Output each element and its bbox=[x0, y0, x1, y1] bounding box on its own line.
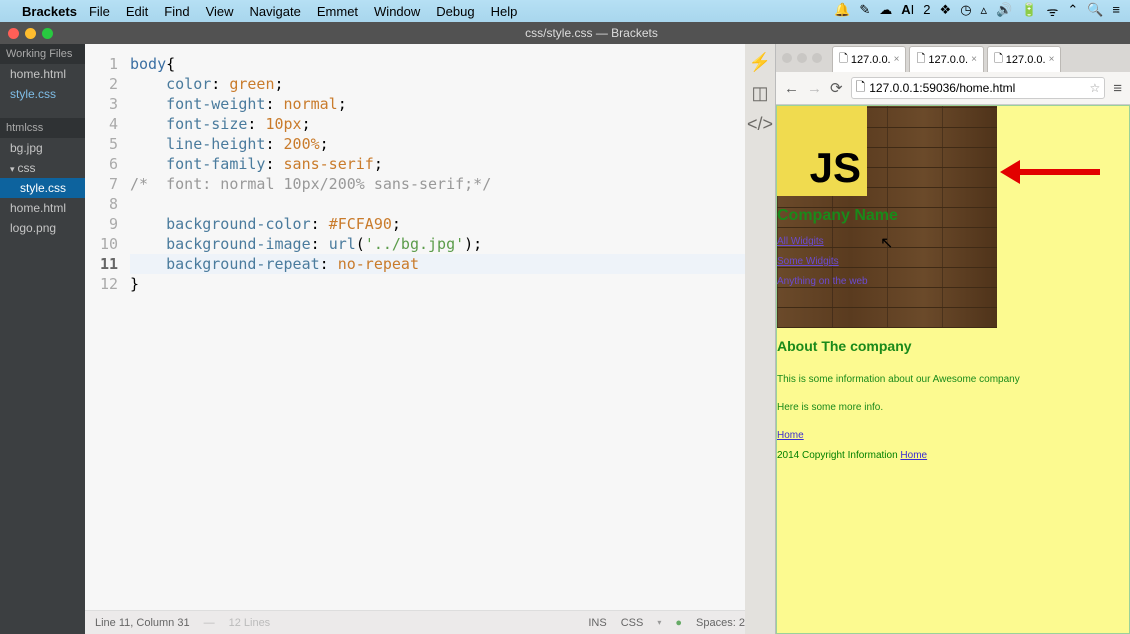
menu-debug[interactable]: Debug bbox=[436, 4, 474, 19]
browser-close-icon[interactable] bbox=[782, 53, 792, 63]
line-count: 12 Lines bbox=[229, 617, 271, 629]
browser-tab[interactable]: 🗋127.0.0.× bbox=[987, 46, 1061, 72]
project-header[interactable]: htmlcss bbox=[0, 118, 85, 138]
close-tab-icon[interactable]: × bbox=[1049, 54, 1055, 65]
close-tab-icon[interactable]: × bbox=[894, 54, 900, 65]
nav-text: Anything on the web bbox=[777, 276, 868, 287]
tray-icon[interactable]: 🔍 bbox=[1087, 2, 1103, 20]
mac-tray: 🔔 ✎ ☁ AI 2 ❖ ◷ ▵ 🔊 🔋 ᯤ ⌃ 🔍 ≡ bbox=[834, 2, 1120, 20]
bookmark-icon[interactable]: ☆ bbox=[1089, 81, 1100, 95]
url-bar[interactable]: 🗋 127.0.0.1:59036/home.html ☆ bbox=[851, 77, 1106, 99]
copyright: 2014 Copyright Information bbox=[777, 450, 900, 461]
paragraph: Here is some more info. bbox=[777, 398, 1129, 418]
cursor-position[interactable]: Line 11, Column 31 bbox=[95, 617, 190, 629]
tray-icon[interactable]: ◷ bbox=[960, 2, 971, 20]
mouse-cursor-icon: ↖ bbox=[880, 233, 893, 253]
logo: JS bbox=[777, 106, 867, 196]
extensions-icon[interactable]: ◫ bbox=[751, 83, 768, 104]
close-icon[interactable] bbox=[8, 28, 19, 39]
live-preview-icon[interactable]: ⚡ bbox=[749, 52, 771, 73]
code-area[interactable]: body{ color: green; font-weight: normal;… bbox=[130, 44, 775, 610]
browser-toolbar: ← → ⟳ 🗋 127.0.0.1:59036/home.html ☆ ≡ bbox=[776, 72, 1130, 105]
menu-help[interactable]: Help bbox=[491, 4, 518, 19]
working-file[interactable]: style.css bbox=[0, 84, 85, 104]
menu-edit[interactable]: Edit bbox=[126, 4, 148, 19]
nav-link[interactable]: All Widgits bbox=[777, 236, 824, 247]
home-link[interactable]: Home bbox=[777, 430, 804, 441]
browser-maximize-icon[interactable] bbox=[812, 53, 822, 63]
tray-icon[interactable]: ▵ bbox=[981, 2, 988, 20]
code-icon[interactable]: </> bbox=[747, 114, 773, 135]
tree-item[interactable]: logo.png bbox=[0, 218, 85, 238]
about-heading: About The company bbox=[777, 332, 1129, 360]
browser-window: 🗋127.0.0.× 🗋127.0.0.× 🗋127.0.0.× ← → ⟳ 🗋… bbox=[775, 44, 1130, 634]
menu-file[interactable]: File bbox=[89, 4, 110, 19]
insert-mode[interactable]: INS bbox=[588, 617, 606, 629]
code-editor[interactable]: 123456789101112 body{ color: green; font… bbox=[85, 44, 775, 634]
tree-folder-css[interactable]: css bbox=[0, 158, 85, 178]
forward-icon[interactable]: → bbox=[807, 80, 822, 97]
browser-tab[interactable]: 🗋127.0.0.× bbox=[909, 46, 983, 72]
menu-window[interactable]: Window bbox=[374, 4, 420, 19]
tray-icon[interactable]: ⌃ bbox=[1067, 2, 1078, 20]
editor-toolbar: ⚡ ◫ </> bbox=[745, 44, 775, 634]
maximize-icon[interactable] bbox=[42, 28, 53, 39]
window-titlebar: css/style.css — Brackets bbox=[0, 22, 1130, 44]
tray-icon[interactable]: 2 bbox=[923, 2, 930, 20]
close-tab-icon[interactable]: × bbox=[971, 54, 977, 65]
back-icon[interactable]: ← bbox=[784, 80, 799, 97]
tray-icon[interactable]: AI bbox=[901, 2, 914, 20]
menu-icon[interactable]: ≡ bbox=[1113, 80, 1122, 97]
annotation-arrow bbox=[1000, 160, 1100, 184]
status-circle-icon[interactable]: ● bbox=[675, 617, 682, 629]
url-text: 127.0.0.1:59036/home.html bbox=[869, 81, 1015, 95]
browser-tabbar: 🗋127.0.0.× 🗋127.0.0.× 🗋127.0.0.× bbox=[776, 44, 1130, 72]
browser-tab[interactable]: 🗋127.0.0.× bbox=[832, 46, 906, 72]
reload-icon[interactable]: ⟳ bbox=[830, 79, 843, 97]
working-files-header: Working Files bbox=[0, 44, 85, 64]
menu-navigate[interactable]: Navigate bbox=[250, 4, 301, 19]
tree-item[interactable]: bg.jpg bbox=[0, 138, 85, 158]
nav-link[interactable]: Some Widgits bbox=[777, 256, 839, 267]
working-file[interactable]: home.html bbox=[0, 64, 85, 84]
minimize-icon[interactable] bbox=[25, 28, 36, 39]
tree-item[interactable]: home.html bbox=[0, 198, 85, 218]
browser-viewport: JS Company Name All Widgits Some Widgits… bbox=[776, 105, 1130, 634]
tray-icon[interactable]: ≡ bbox=[1112, 2, 1120, 20]
tray-icon[interactable]: ☁ bbox=[879, 2, 892, 20]
paragraph: This is some information about our Aweso… bbox=[777, 370, 1129, 390]
mac-menubar: Brackets File Edit Find View Navigate Em… bbox=[0, 0, 1130, 22]
tray-icon[interactable]: ❖ bbox=[940, 2, 952, 20]
tree-item-style[interactable]: style.css bbox=[0, 178, 85, 198]
statusbar: Line 11, Column 31 — 12 Lines INS CSS▾ ●… bbox=[85, 610, 775, 634]
tray-icon[interactable]: 🔋 bbox=[1021, 2, 1037, 20]
menu-view[interactable]: View bbox=[206, 4, 234, 19]
company-heading: Company Name bbox=[777, 200, 1129, 232]
sidebar: Working Files home.html style.css htmlcs… bbox=[0, 44, 85, 634]
home-link[interactable]: Home bbox=[900, 450, 927, 461]
tray-icon[interactable]: ✎ bbox=[859, 2, 870, 20]
tray-icon[interactable]: 🔔 bbox=[834, 2, 850, 20]
page-icon: 🗋 bbox=[856, 78, 866, 99]
app-name[interactable]: Brackets bbox=[22, 4, 77, 19]
line-gutter: 123456789101112 bbox=[85, 44, 130, 610]
window-title: css/style.css — Brackets bbox=[525, 26, 658, 40]
menu-emmet[interactable]: Emmet bbox=[317, 4, 358, 19]
tray-icon[interactable]: 🔊 bbox=[996, 2, 1012, 20]
indent-mode[interactable]: Spaces: 2 bbox=[696, 617, 745, 629]
language-mode[interactable]: CSS bbox=[621, 617, 644, 629]
menu-find[interactable]: Find bbox=[164, 4, 189, 19]
browser-minimize-icon[interactable] bbox=[797, 53, 807, 63]
tray-icon[interactable]: ᯤ bbox=[1046, 2, 1058, 20]
